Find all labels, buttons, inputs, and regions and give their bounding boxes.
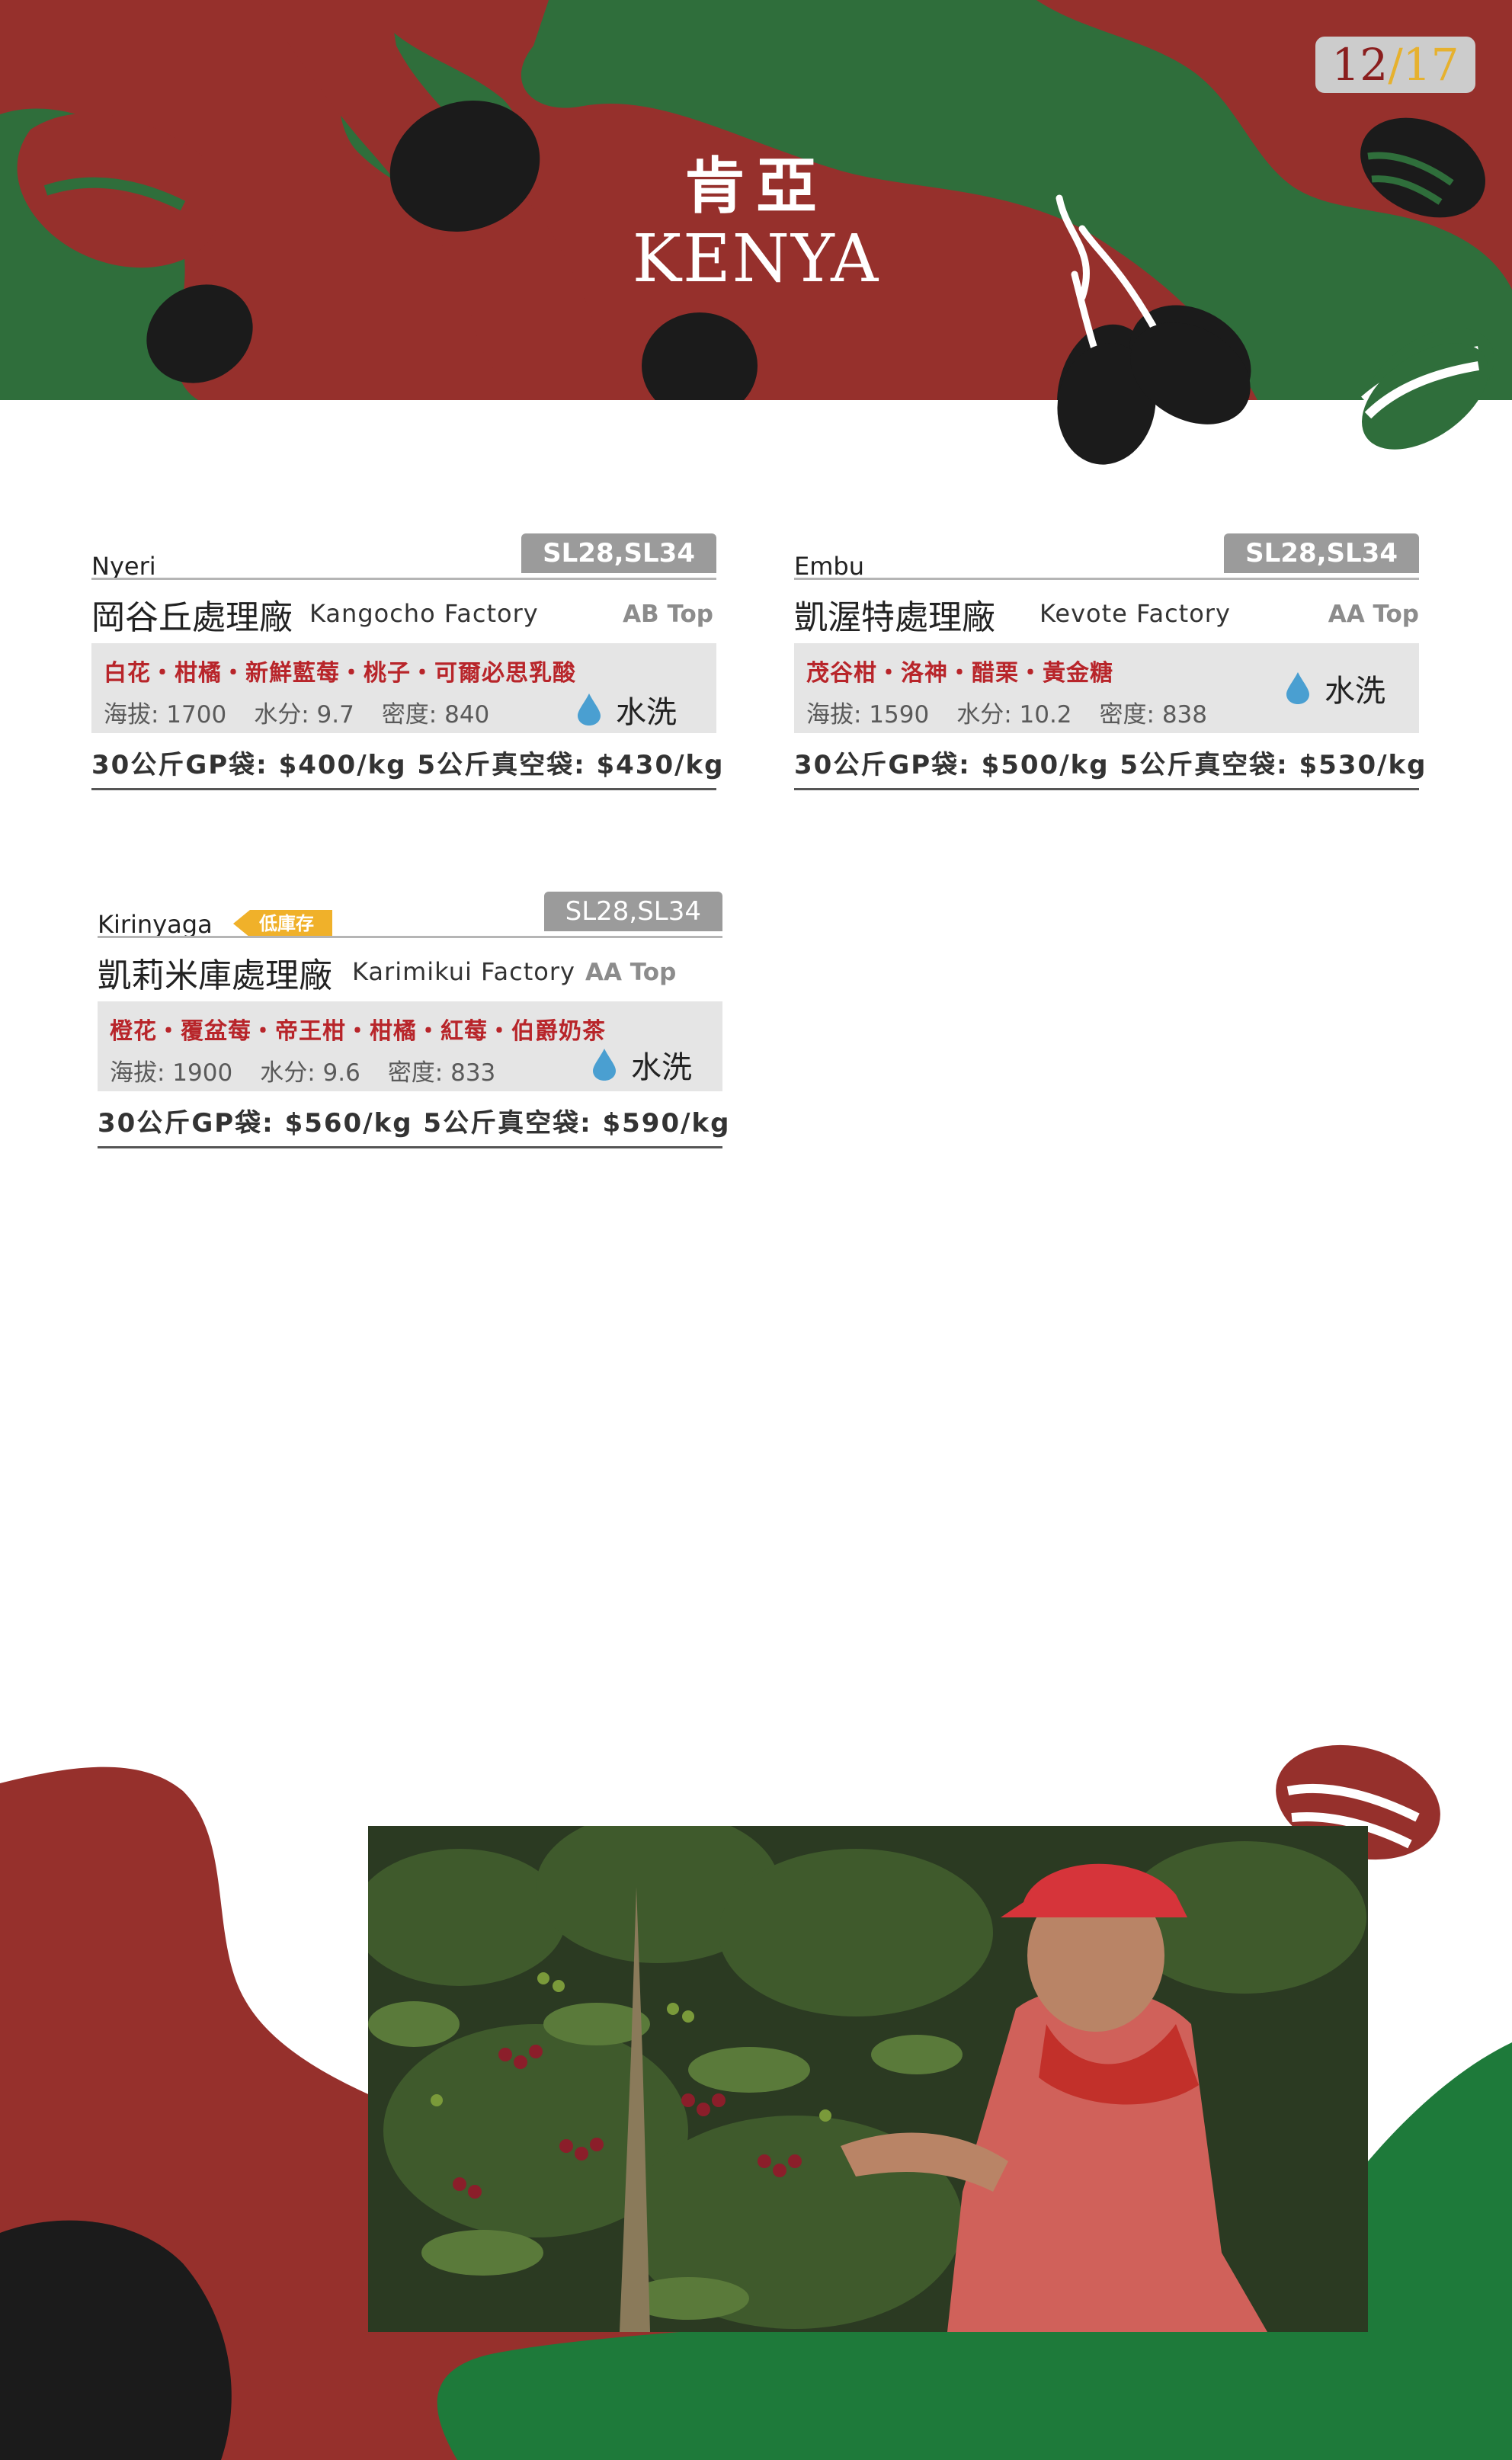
altitude: 海拔: 1900 [110, 1059, 233, 1087]
page-total: 17 [1402, 39, 1459, 91]
coffee-farmer-photo [368, 1826, 1368, 2332]
altitude: 海拔: 1590 [806, 701, 930, 729]
moisture: 水分: 9.6 [260, 1059, 360, 1087]
page-title-zh: 肯亞 [684, 151, 828, 222]
factory-name-zh: 岡谷丘處理廠 [91, 598, 293, 637]
product-card-nyeri: Nyeri SL28,SL34 岡谷丘處理廠 Kangocho Factory … [91, 533, 723, 808]
grade-label: AA Top [585, 959, 677, 986]
factory-name-en: Kevote Factory [1040, 599, 1231, 628]
divider [794, 788, 1419, 790]
divider [794, 578, 1419, 580]
price-line: 30公斤GP袋: $500/kg 5公斤真空袋: $530/kg [794, 750, 1427, 780]
product-card-kirinyaga: Kirinyaga 低庫存 SL28,SL34 凱莉米庫處理廠 Karimiku… [98, 892, 729, 1166]
water-drop-icon [1286, 672, 1309, 704]
price-line: 30公斤GP袋: $400/kg 5公斤真空袋: $430/kg [91, 750, 725, 780]
grade-label: AA Top [1328, 601, 1419, 628]
variety-badge: SL28,SL34 [1224, 533, 1419, 573]
page-current: 12 [1331, 39, 1389, 91]
region-label: Nyeri [91, 552, 156, 581]
water-drop-icon [578, 693, 601, 726]
altitude: 海拔: 1700 [104, 701, 227, 729]
density: 密度: 838 [1099, 701, 1207, 729]
divider [91, 788, 716, 790]
grade-label: AB Top [623, 601, 713, 628]
factory-name-en: Karimikui Factory [352, 957, 575, 986]
region-label: Embu [794, 552, 864, 581]
region-label: Kirinyaga [98, 910, 213, 939]
process-label: 水洗 [616, 695, 677, 730]
low-stock-badge: 低庫存 [233, 910, 332, 937]
process-label: 水洗 [1325, 674, 1385, 709]
density: 密度: 840 [381, 701, 490, 729]
flavor-notes: 白花・柑橘・新鮮藍莓・桃子・可爾必思乳酸 [104, 660, 576, 687]
moisture: 水分: 9.7 [254, 701, 354, 729]
specs-row: 海拔: 1900 水分: 9.6 密度: 833 [110, 1053, 523, 1087]
page-title-en: KENYA [632, 221, 880, 297]
product-card-embu: Embu SL28,SL34 凱渥特處理廠 Kevote Factory AA … [794, 533, 1426, 808]
density: 密度: 833 [387, 1059, 496, 1087]
page-indicator: 12/17 [1315, 37, 1475, 93]
factory-name-zh: 凱莉米庫處理廠 [98, 956, 332, 995]
divider [91, 578, 716, 580]
variety-badge: SL28,SL34 [543, 892, 722, 931]
process-label: 水洗 [631, 1050, 692, 1085]
factory-name-en: Kangocho Factory [309, 599, 539, 628]
variety-badge: SL28,SL34 [521, 533, 716, 573]
flavor-notes: 橙花・覆盆莓・帝王柑・柑橘・紅莓・伯爵奶茶 [110, 1018, 606, 1045]
specs-row: 海拔: 1700 水分: 9.7 密度: 840 [104, 695, 517, 729]
divider [98, 936, 722, 938]
info-box: 茂谷柑・洛神・醋栗・黃金糖 海拔: 1590 水分: 10.2 密度: 838 水洗 [794, 643, 1419, 733]
flavor-notes: 茂谷柑・洛神・醋栗・黃金糖 [806, 660, 1113, 687]
moisture: 水分: 10.2 [956, 701, 1072, 729]
page-separator: / [1388, 39, 1403, 91]
divider [98, 1146, 722, 1148]
factory-name-zh: 凱渥特處理廠 [794, 598, 995, 637]
price-line: 30公斤GP袋: $560/kg 5公斤真空袋: $590/kg [98, 1108, 731, 1139]
specs-row: 海拔: 1590 水分: 10.2 密度: 838 [806, 695, 1235, 729]
info-box: 白花・柑橘・新鮮藍莓・桃子・可爾必思乳酸 海拔: 1700 水分: 9.7 密度: … [91, 643, 716, 733]
info-box: 橙花・覆盆莓・帝王柑・柑橘・紅莓・伯爵奶茶 海拔: 1900 水分: 9.6 密度:… [98, 1001, 722, 1091]
water-drop-icon [593, 1049, 616, 1081]
